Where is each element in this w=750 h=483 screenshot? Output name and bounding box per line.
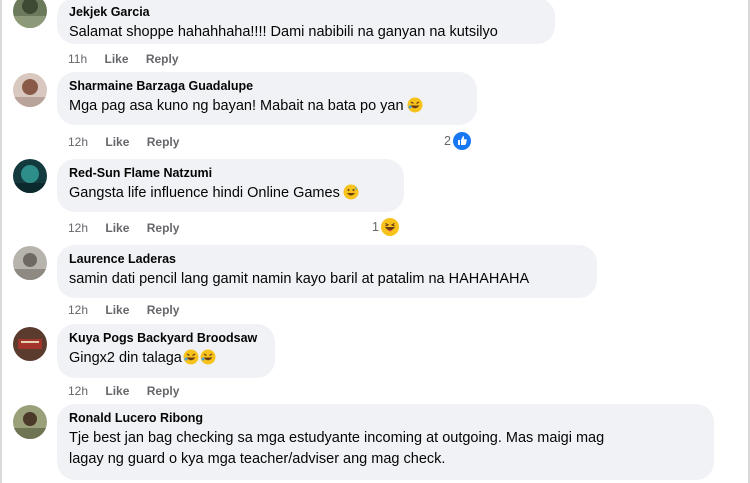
- reaction-summary[interactable]: 1: [372, 218, 399, 236]
- comment-actions: 12h Like Reply: [68, 221, 179, 235]
- comment-text: Gangsta life influence hindi Online Game…: [69, 185, 340, 201]
- comment-text: Salamat shoppe hahahhaha!!!! Dami nabibi…: [69, 24, 498, 40]
- avatar[interactable]: [13, 246, 47, 280]
- reply-button[interactable]: Reply: [147, 135, 180, 149]
- comment-bubble: Red-Sun Flame Natzumi Gangsta life influ…: [57, 159, 404, 212]
- rofl-emoji-icon: [200, 349, 216, 365]
- reply-button[interactable]: Reply: [146, 52, 179, 66]
- comment-bubble: Kuya Pogs Backyard Broodsaw Gingx2 din t…: [57, 324, 275, 378]
- like-reaction-icon: [452, 132, 471, 150]
- like-button[interactable]: Like: [105, 303, 129, 317]
- comment-time[interactable]: 12h: [68, 135, 88, 149]
- reply-button[interactable]: Reply: [147, 303, 180, 317]
- like-button[interactable]: Like: [104, 52, 128, 66]
- comment-text-line-1: Tje best jan bag checking sa mga estudya…: [69, 430, 605, 446]
- like-button[interactable]: Like: [105, 135, 129, 149]
- comment-author[interactable]: Ronald Lucero Ribong: [69, 411, 702, 426]
- rofl-emoji-icon: [407, 97, 423, 113]
- comment-actions: 11h Like Reply: [68, 52, 179, 66]
- comment-author[interactable]: Sharmaine Barzaga Guadalupe: [69, 79, 465, 94]
- comment-text: samin dati pencil lang gamit namin kayo …: [69, 271, 530, 287]
- comment-text-row: Gangsta life influence hindi Online Game…: [69, 183, 392, 204]
- reaction-summary[interactable]: 2: [444, 132, 471, 150]
- avatar[interactable]: [13, 327, 47, 361]
- comment-text-line-2: lagay ng guard o kya mga teacher/adviser…: [69, 451, 446, 467]
- rofl-emoji-icon: [183, 349, 199, 365]
- comment-author[interactable]: Red-Sun Flame Natzumi: [69, 166, 392, 181]
- comment-bubble: Sharmaine Barzaga Guadalupe Mga pag asa …: [57, 72, 477, 125]
- comment-text-row: Gingx2 din talaga: [69, 348, 263, 369]
- like-button[interactable]: Like: [105, 384, 129, 398]
- comment-time[interactable]: 12h: [68, 384, 88, 398]
- avatar[interactable]: [13, 159, 47, 193]
- like-button[interactable]: Like: [105, 221, 129, 235]
- comment-bubble: Jekjek Garcia Salamat shoppe hahahhaha!!…: [57, 0, 555, 44]
- reply-button[interactable]: Reply: [147, 384, 180, 398]
- comment-bubble: Laurence Laderas samin dati pencil lang …: [57, 245, 597, 298]
- comment-actions: 12h Like Reply: [68, 135, 179, 149]
- avatar[interactable]: [13, 0, 47, 28]
- frame-border-left: [0, 0, 2, 483]
- comment-author[interactable]: Laurence Laderas: [69, 252, 585, 267]
- grinning-sweat-emoji-icon: [343, 184, 359, 200]
- reaction-count: 1: [372, 220, 379, 234]
- comment-time[interactable]: 12h: [68, 303, 88, 317]
- comment-author[interactable]: Jekjek Garcia: [69, 5, 543, 20]
- comment-text-row: Mga pag asa kuno ng bayan! Mabait na bat…: [69, 96, 465, 117]
- comment-author[interactable]: Kuya Pogs Backyard Broodsaw: [69, 331, 263, 346]
- avatar[interactable]: [13, 405, 47, 439]
- avatar[interactable]: [13, 73, 47, 107]
- reply-button[interactable]: Reply: [147, 221, 180, 235]
- comment-text: Mga pag asa kuno ng bayan! Mabait na bat…: [69, 98, 404, 114]
- comment-text: Gingx2 din talaga: [69, 350, 182, 366]
- comment-time[interactable]: 11h: [68, 52, 87, 66]
- comment-actions: 12h Like Reply: [68, 384, 179, 398]
- comment-bubble: Ronald Lucero Ribong Tje best jan bag ch…: [57, 404, 714, 480]
- reaction-count: 2: [444, 134, 451, 148]
- comment-time[interactable]: 12h: [68, 221, 88, 235]
- haha-reaction-icon: [380, 218, 399, 236]
- comment-actions: 12h Like Reply: [68, 303, 179, 317]
